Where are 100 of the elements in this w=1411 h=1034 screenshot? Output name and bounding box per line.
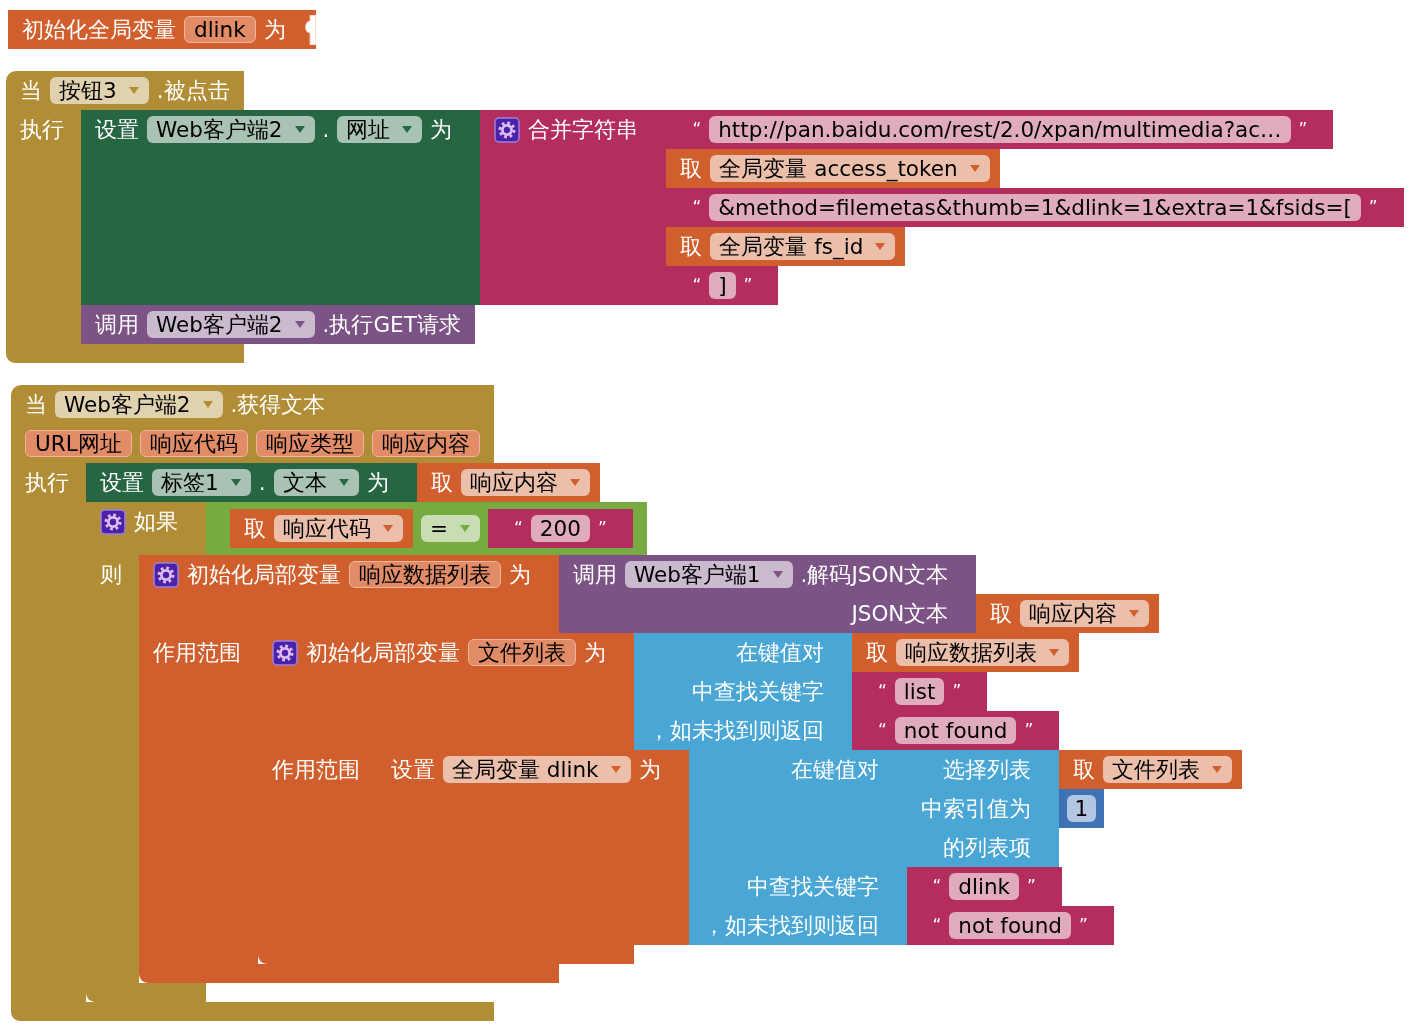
quote-mark: “ bbox=[692, 275, 702, 296]
text-value-field[interactable]: &method=filemetas&thumb=1&dlink=1&extra=1&fsids=[ bbox=[709, 194, 1361, 221]
dropdown-field[interactable]: 响应内容 bbox=[460, 469, 590, 496]
block-label: 为 bbox=[430, 116, 453, 143]
dropdown-field[interactable]: Web客户端2 bbox=[55, 391, 223, 418]
dropdown-field[interactable]: 全局变量 fs_id bbox=[710, 233, 896, 260]
block-label: .解码JSON文本 bbox=[800, 561, 949, 588]
block-label: .执行GET请求 bbox=[322, 311, 461, 338]
caret-icon bbox=[1211, 766, 1222, 773]
caret-icon bbox=[569, 479, 580, 486]
dropdown-field[interactable]: Web客户端1 bbox=[625, 561, 793, 588]
block-label: 为 bbox=[584, 639, 606, 666]
quote-mark: “ bbox=[692, 197, 702, 218]
block-label: 初始化局部变量 bbox=[187, 561, 341, 588]
dropdown-field[interactable]: 全局变量 dlink bbox=[443, 756, 631, 783]
quote-mark: ” bbox=[1079, 915, 1088, 936]
number-value-field[interactable]: 1 bbox=[1066, 795, 1097, 822]
block-label: 合并字符串 bbox=[528, 116, 639, 143]
block-label: 为 bbox=[366, 469, 389, 496]
gear-icon bbox=[100, 508, 126, 535]
variable-name-field[interactable]: URL网址 bbox=[25, 430, 132, 457]
dropdown-field[interactable]: 响应数据列表 bbox=[896, 639, 1069, 666]
block-label: ，如未找到则返回 bbox=[702, 912, 879, 939]
text-value-field[interactable]: list bbox=[894, 678, 945, 705]
gear-icon bbox=[272, 639, 298, 666]
caret-icon bbox=[969, 165, 980, 172]
block-label: 为 bbox=[509, 561, 531, 588]
dropdown-field[interactable]: 文件列表 bbox=[1102, 756, 1232, 783]
caret-icon bbox=[294, 321, 305, 328]
caret-icon bbox=[294, 126, 305, 133]
dropdown-field[interactable]: 标签1 bbox=[152, 469, 251, 496]
dropdown-field[interactable]: 网址 bbox=[337, 116, 423, 143]
dropdown-field[interactable]: Web客户端2 bbox=[147, 116, 315, 143]
caret-icon bbox=[383, 525, 393, 532]
quote-mark: ” bbox=[743, 275, 753, 296]
quote-mark: ” bbox=[1368, 197, 1378, 218]
block-label: 取 bbox=[1072, 756, 1095, 783]
text-value-field[interactable]: ] bbox=[709, 272, 736, 299]
dropdown-field[interactable]: 响应代码 bbox=[274, 515, 403, 542]
block-label: 设置 bbox=[391, 756, 435, 783]
quote-mark: “ bbox=[878, 681, 887, 702]
block-label: . bbox=[258, 469, 266, 496]
quote-mark: ” bbox=[1024, 720, 1034, 741]
dropdown-field[interactable]: 响应内容 bbox=[1020, 600, 1150, 627]
block-label: 则 bbox=[100, 561, 122, 588]
block-label: 如果 bbox=[134, 508, 178, 535]
dropdown-field[interactable]: = bbox=[421, 515, 480, 542]
dropdown-field[interactable]: 全局变量 access_token bbox=[710, 155, 990, 182]
block-label: 初始化全局变量 bbox=[22, 16, 176, 43]
block-label: 设置 bbox=[95, 116, 139, 143]
quote-mark: ” bbox=[952, 681, 962, 702]
variable-name-field[interactable]: 响应数据列表 bbox=[349, 561, 501, 588]
dropdown-field[interactable]: Web客户端2 bbox=[147, 311, 315, 338]
text-value-field[interactable]: dlink bbox=[949, 873, 1019, 900]
text-value-field[interactable]: not found bbox=[949, 912, 1071, 939]
caret-icon bbox=[1129, 610, 1140, 617]
gear-icon bbox=[494, 116, 521, 143]
text-value-field[interactable]: 200 bbox=[530, 515, 590, 542]
text-value-field[interactable]: not found bbox=[894, 717, 1017, 744]
caret-icon bbox=[338, 479, 349, 486]
caret-icon bbox=[460, 525, 470, 532]
dropdown-field[interactable]: 按钮3 bbox=[50, 77, 149, 104]
block-label: 设置 bbox=[100, 469, 144, 496]
number-block bbox=[1058, 789, 1105, 828]
variable-name-field[interactable]: 响应类型 bbox=[255, 430, 364, 457]
block-label: 为 bbox=[263, 16, 286, 43]
block-label: 中查找关键字 bbox=[692, 678, 824, 705]
block-label: 在键值对 bbox=[790, 756, 879, 783]
block-label: 为 bbox=[638, 756, 661, 783]
block-label: 取 bbox=[990, 600, 1013, 627]
variable-name-field[interactable]: 响应代码 bbox=[139, 430, 248, 457]
quote-mark: “ bbox=[514, 518, 523, 539]
block-label: 取 bbox=[680, 233, 703, 260]
socket-notch-icon bbox=[302, 14, 316, 45]
quote-mark: “ bbox=[932, 876, 942, 897]
variable-name-field[interactable]: 响应内容 bbox=[371, 430, 480, 457]
block-label: 中索引值为 bbox=[920, 795, 1031, 822]
block-label: 作用范围 bbox=[272, 756, 360, 783]
dropdown-field[interactable]: 文本 bbox=[273, 469, 359, 496]
caret-icon bbox=[610, 766, 621, 773]
variable-name-field[interactable]: dlink bbox=[184, 16, 256, 43]
quote-mark: “ bbox=[878, 720, 887, 741]
block-label: JSON文本 bbox=[851, 600, 949, 627]
block-label: .获得文本 bbox=[230, 391, 326, 418]
block-label: ，如未找到则返回 bbox=[648, 717, 824, 744]
block-label: 初始化局部变量 bbox=[306, 639, 460, 666]
text-value-field[interactable]: http://pan.baidu.com/rest/2.0/xpan/multimedia?ac… bbox=[709, 116, 1291, 143]
block-label: 作用范围 bbox=[153, 639, 241, 666]
block-label: . bbox=[322, 116, 330, 143]
block-label: 调用 bbox=[95, 311, 139, 338]
variable-name-field[interactable]: 文件列表 bbox=[468, 639, 576, 666]
block-label: 的列表项 bbox=[942, 834, 1031, 861]
block-label: 执行 bbox=[20, 116, 64, 143]
block-label: 取 bbox=[430, 469, 453, 496]
caret-icon bbox=[128, 87, 139, 94]
block-label: 当 bbox=[20, 77, 42, 104]
block-label: 中查找关键字 bbox=[746, 873, 879, 900]
block-label: .被点击 bbox=[156, 77, 230, 104]
block-label: 在键值对 bbox=[736, 639, 824, 666]
block-label: 执行 bbox=[25, 469, 69, 496]
